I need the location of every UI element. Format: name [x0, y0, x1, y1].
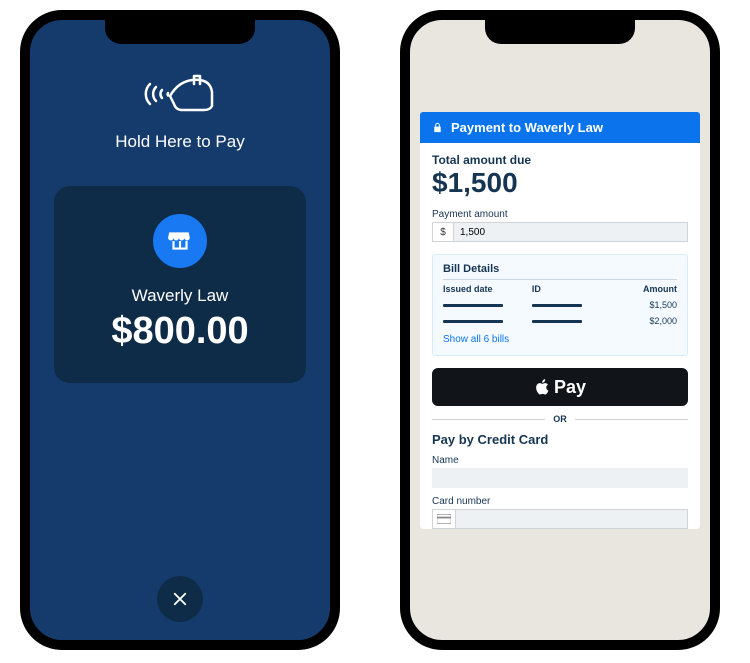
bill-row: $1,500: [443, 300, 677, 310]
col-id: ID: [532, 284, 612, 294]
currency-prefix: $: [432, 222, 454, 242]
payment-amount-display: $800.00: [111, 310, 248, 353]
credit-card-title: Pay by Credit Card: [432, 432, 688, 447]
col-issued-date: Issued date: [443, 284, 532, 294]
total-due-label: Total amount due: [432, 153, 688, 167]
store-icon: [153, 214, 207, 268]
bill-details-title: Bill Details: [443, 263, 677, 280]
cc-name-label: Name: [432, 455, 688, 466]
total-due-amount: $1,500: [432, 167, 688, 199]
cc-number-label: Card number: [432, 496, 688, 507]
payment-amount-input[interactable]: [454, 222, 688, 242]
lock-icon: [432, 122, 443, 133]
phone-notch: [485, 18, 635, 44]
payment-amount-label: Payment amount: [432, 209, 688, 220]
bill-row: $2,000: [443, 316, 677, 326]
cc-name-input[interactable]: [432, 468, 688, 488]
hold-here-instruction: Hold Here to Pay: [115, 132, 244, 152]
apple-icon: [534, 378, 552, 396]
payment-form-phone: Payment to Waverly Law Total amount due …: [400, 10, 720, 650]
apple-pay-button[interactable]: Pay: [432, 368, 688, 406]
bill-amount: $2,000: [611, 316, 677, 326]
or-divider: OR: [432, 414, 688, 424]
apple-pay-label: Pay: [554, 377, 586, 398]
tap-to-pay-phone: Hold Here to Pay Waverly Law $800.00: [20, 10, 340, 650]
cc-number-input[interactable]: [456, 509, 688, 529]
close-icon: [171, 590, 189, 608]
merchant-name: Waverly Law: [132, 286, 229, 306]
bill-details-box: Bill Details Issued date ID Amount $1,50…: [432, 254, 688, 356]
contactless-icon: [140, 66, 220, 122]
payment-header: Payment to Waverly Law: [420, 112, 700, 143]
phone-notch: [105, 18, 255, 44]
close-button[interactable]: [157, 576, 203, 622]
show-all-bills-link[interactable]: Show all 6 bills: [443, 334, 677, 345]
payment-header-text: Payment to Waverly Law: [451, 120, 603, 135]
bill-amount: $1,500: [611, 300, 677, 310]
card-icon: [432, 509, 456, 529]
merchant-card: Waverly Law $800.00: [54, 186, 306, 383]
col-amount: Amount: [611, 284, 677, 294]
